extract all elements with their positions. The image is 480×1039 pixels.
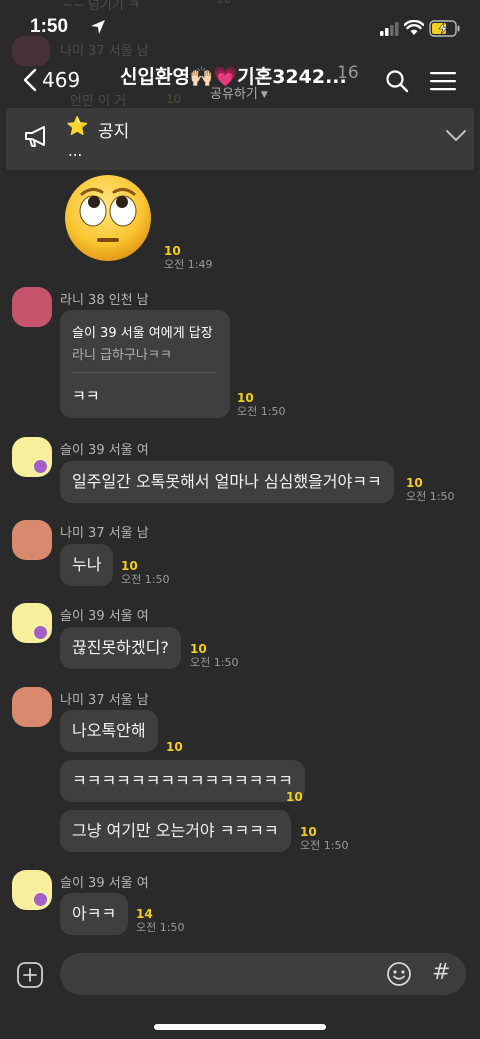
rolling-eyes-emoji-sticker[interactable] xyxy=(64,174,152,262)
divider xyxy=(72,372,216,373)
sender-name[interactable]: 라니 38 인천 남 xyxy=(60,289,149,308)
unread-count: 10 xyxy=(164,244,181,258)
hamburger-menu-icon[interactable] xyxy=(430,71,456,91)
sender-name[interactable]: 슬이 39 서울 여 xyxy=(60,605,149,624)
crown-badge-icon xyxy=(32,458,49,475)
avatar[interactable] xyxy=(12,687,52,727)
message-time: 오전 1:50 xyxy=(237,405,286,419)
message-meta: 10 오전 1:50 xyxy=(121,559,169,587)
message-text: 끊진못하겠디? xyxy=(72,638,169,657)
share-label: 공유하기 xyxy=(210,87,258,102)
unread-count: 10 xyxy=(190,642,207,656)
member-count: 16 xyxy=(337,63,359,83)
message-meta: 14 오전 1:50 xyxy=(136,907,184,935)
message-text: 아ㅋㅋ xyxy=(72,904,117,923)
message-input-bar: # xyxy=(0,944,480,1039)
battery-charging-icon xyxy=(429,20,460,37)
message-bubble[interactable]: ㅋㅋㅋㅋㅋㅋㅋㅋㅋㅋㅋㅋㅋㅋㅋ xyxy=(60,760,305,802)
sender-name[interactable]: 슬이 39 서울 여 xyxy=(60,439,149,458)
message-meta: 10 오전 1:49 xyxy=(164,244,212,272)
crown-badge-icon xyxy=(32,891,49,908)
message-bubble[interactable]: 아ㅋㅋ xyxy=(60,893,129,935)
avatar[interactable] xyxy=(12,870,52,910)
message-meta: 10 xyxy=(286,790,303,804)
caret-down-icon: ▼ xyxy=(260,90,268,100)
message-bubble[interactable]: 누나 xyxy=(60,544,114,586)
megaphone-icon xyxy=(25,126,45,147)
hashtag-icon[interactable]: # xyxy=(432,960,450,985)
share-button[interactable]: 공유하기 ▼ xyxy=(210,83,268,102)
reply-message-bubble[interactable]: 슬이 39 서울 여에게 답장 라니 급하구나ㅋㅋ ㅋㅋ xyxy=(60,310,230,418)
sender-name[interactable]: 나미 37 서울 남 xyxy=(60,522,149,541)
notice-body: ... xyxy=(68,142,83,160)
message-time: 오전 1:50 xyxy=(121,573,170,587)
message-meta: 10 xyxy=(166,740,183,754)
star-icon: ⭐ xyxy=(66,116,89,137)
location-arrow-icon xyxy=(91,20,105,34)
avatar[interactable] xyxy=(12,287,52,327)
reply-quoted-text: 라니 급하구나ㅋㅋ xyxy=(72,348,172,363)
unread-count: 10 xyxy=(121,559,138,573)
home-indicator[interactable] xyxy=(154,1024,326,1030)
message-bubble[interactable]: 일주일간 오톡못해서 얼마나 심심했을거야ㅋㅋ xyxy=(60,461,394,503)
avatar[interactable] xyxy=(12,603,52,643)
unread-count: 10 xyxy=(406,476,423,490)
message-time: 오전 1:50 xyxy=(136,921,185,935)
message-meta: 10 오전 1:50 xyxy=(190,642,238,670)
search-icon[interactable] xyxy=(385,69,409,93)
message-bubble[interactable]: 나오톡안해 xyxy=(60,710,158,752)
cellular-signal-icon xyxy=(380,22,399,36)
message-meta: 10 오전 1:50 xyxy=(237,391,285,419)
message-meta: 10 오전 1:50 xyxy=(300,825,348,853)
plus-icon[interactable] xyxy=(17,962,43,988)
message-text: 나오톡안해 xyxy=(72,721,146,740)
reply-target: 슬이 39 서울 여에게 답장 xyxy=(72,326,213,341)
unread-count: 10 xyxy=(286,790,303,804)
wifi-icon xyxy=(404,20,424,35)
message-time: 오전 1:50 xyxy=(190,656,239,670)
chevron-down-icon[interactable] xyxy=(446,130,466,142)
sender-name[interactable]: 나미 37 서울 남 xyxy=(60,689,149,708)
notice-title: 공지 xyxy=(98,122,130,142)
unread-count: 10 xyxy=(237,391,254,405)
sender-name[interactable]: 슬이 39 서울 여 xyxy=(60,872,149,891)
unread-count: 14 xyxy=(136,907,153,921)
message-text: 누나 xyxy=(72,555,102,574)
notice-banner[interactable]: ⭐ 공지 ... xyxy=(6,108,474,170)
message-text: 그냥 여기만 오는거야 ㅋㅋㅋㅋ xyxy=(72,821,279,840)
avatar[interactable] xyxy=(12,520,52,560)
unread-count: 10 xyxy=(166,740,183,754)
message-time: 오전 1:50 xyxy=(300,839,349,853)
message-time: 오전 1:50 xyxy=(406,490,455,504)
chat-header: 469 신입환영🙌🏻💗기혼3242... 16 공유하기 ▼ xyxy=(0,56,480,106)
message-bubble[interactable]: 끊진못하겠디? xyxy=(60,627,181,669)
avatar[interactable] xyxy=(12,437,52,477)
crown-badge-icon xyxy=(32,624,49,641)
message-bubble[interactable]: 그냥 여기만 오는거야 ㅋㅋㅋㅋ xyxy=(60,810,291,852)
unread-count: 10 xyxy=(300,825,317,839)
back-arrow-icon[interactable] xyxy=(22,68,38,92)
message-time: 오전 1:49 xyxy=(164,258,213,272)
message-meta: 10 오전 1:50 xyxy=(406,476,454,504)
emoticon-icon[interactable] xyxy=(386,961,412,987)
message-text: ㅋㅋㅋㅋㅋㅋㅋㅋㅋㅋㅋㅋㅋㅋㅋ xyxy=(72,771,293,790)
message-text: ㅋㅋ xyxy=(72,387,100,405)
status-time: 1:50 xyxy=(30,16,69,37)
message-text: 일주일간 오톡못해서 얼마나 심심했을거야ㅋㅋ xyxy=(72,472,382,491)
unread-chat-count[interactable]: 469 xyxy=(42,68,80,92)
status-bar: 1:50 xyxy=(0,0,480,56)
